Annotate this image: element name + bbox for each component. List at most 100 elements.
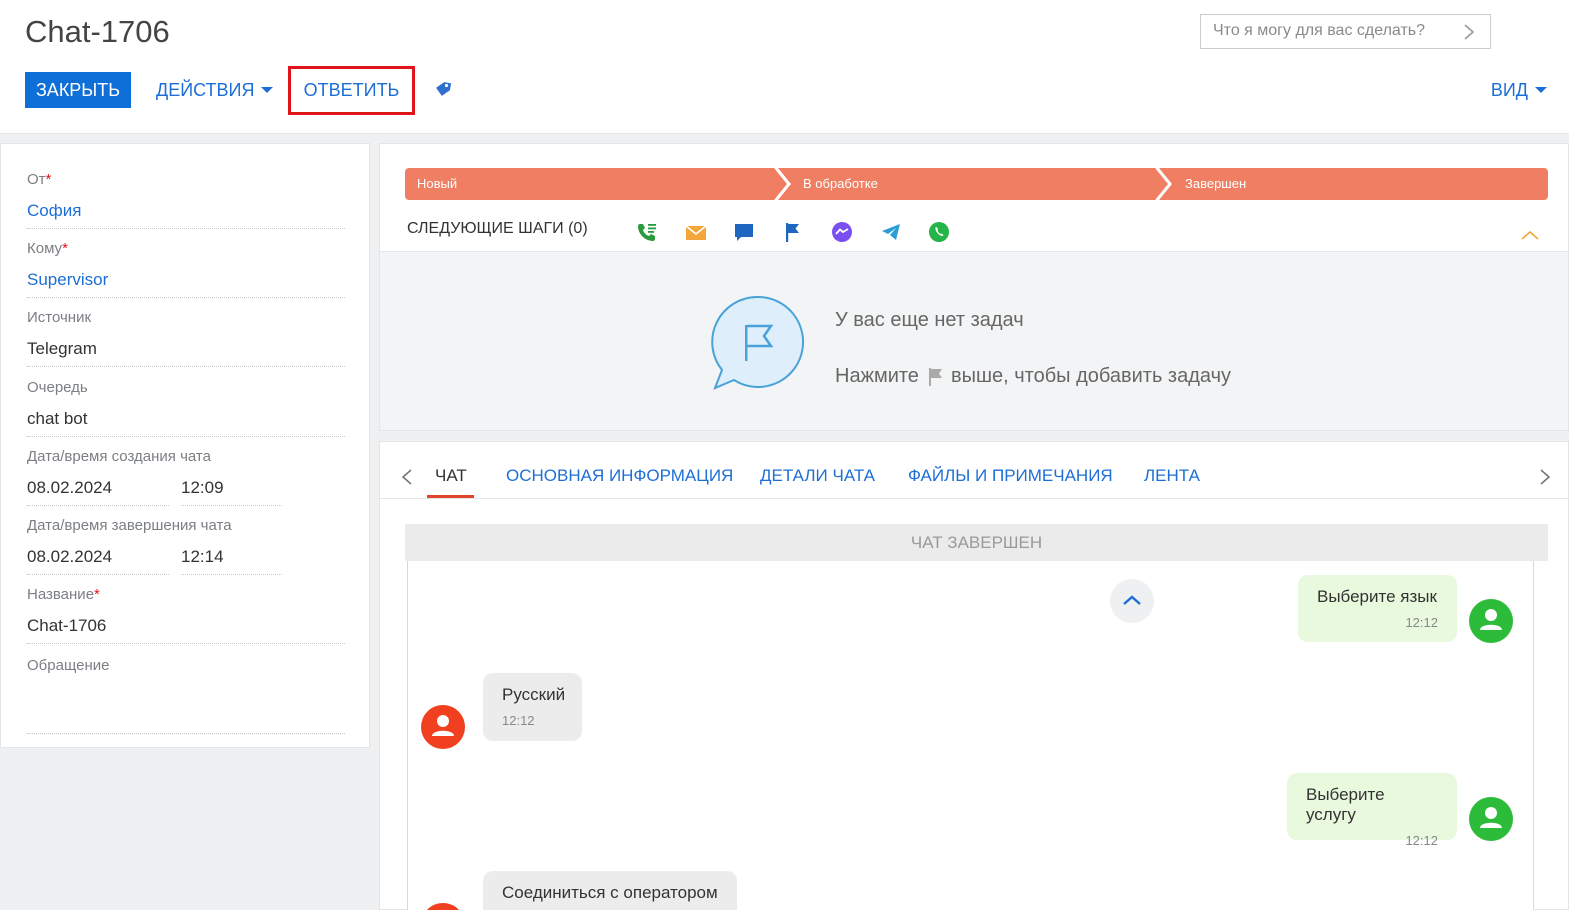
tab-files-notes[interactable]: ФАЙЛЫ И ПРИМЕЧАНИЯ [908, 466, 1113, 486]
stages-panel: Новый В обработке Завершен СЛЕДУЮЩИЕ ШАГ… [379, 143, 1569, 431]
empty-hint: Нажмите выше, чтобы добавить задачу [835, 365, 1231, 388]
message-time: 12:12 [1405, 615, 1438, 630]
stage-label: Завершен [1185, 176, 1247, 191]
field-source-value[interactable]: Telegram [27, 339, 345, 367]
message-incoming: Русский 12:12 [483, 673, 582, 741]
tabs-bar: ЧАТ ОСНОВНАЯ ИНФОРМАЦИЯ ДЕТАЛИ ЧАТА ФАЙЛ… [380, 442, 1569, 499]
stage-label: В обработке [803, 176, 878, 191]
user-icon [1480, 807, 1502, 828]
stage-bar: Новый В обработке Завершен [405, 167, 1548, 201]
chevron-up-icon [1123, 595, 1141, 605]
chat-status-banner: ЧАТ ЗАВЕРШЕН [405, 524, 1548, 561]
active-tab-indicator [427, 495, 474, 498]
message-incoming: Соединиться с оператором [483, 871, 737, 910]
view-label: ВИД [1490, 79, 1528, 100]
tab-main-info[interactable]: ОСНОВНАЯ ИНФОРМАЦИЯ [506, 466, 733, 486]
field-queue-label: Очередь [27, 379, 88, 396]
message-text: Выберите язык [1317, 587, 1437, 606]
empty-hint-before: Нажмите [835, 365, 919, 387]
field-created-date[interactable]: 08.02.2024 [27, 478, 169, 506]
message-text: Выберите услугу [1306, 785, 1385, 824]
field-created-time[interactable]: 12:09 [181, 478, 282, 506]
field-source-label: Источник [27, 309, 92, 326]
tab-feed[interactable]: ЛЕНТА [1144, 466, 1200, 486]
avatar [1469, 599, 1513, 643]
field-queue: Очередь chat bot [27, 379, 345, 437]
chevron-up-icon[interactable] [1520, 229, 1540, 241]
stage-bar-graphic [405, 167, 1548, 201]
field-finished-time[interactable]: 12:14 [181, 547, 282, 575]
empty-hint-after: выше, чтобы добавить задачу [950, 365, 1231, 387]
chevron-right-icon[interactable] [1538, 467, 1552, 487]
required-marker: * [94, 586, 100, 603]
field-finished-date[interactable]: 08.02.2024 [27, 547, 169, 575]
field-request-value[interactable] [27, 687, 345, 734]
field-from-value[interactable]: София [27, 201, 345, 229]
message-time: 12:12 [1405, 833, 1438, 848]
avatar [1469, 797, 1513, 841]
caret-down-icon [1535, 87, 1547, 93]
actions-dropdown[interactable]: ДЕЙСТВИЯ [156, 78, 274, 102]
chat-fields-panel: От* София Кому* Supervisor Источник Tele… [0, 143, 370, 748]
message-text: Русский [502, 685, 566, 704]
field-request-label: Обращение [27, 657, 110, 674]
required-marker: * [62, 240, 68, 257]
field-name: Название* Chat-1706 [27, 586, 345, 644]
tasks-empty-state: У вас еще нет задач Нажмите выше, чтобы … [380, 252, 1568, 430]
field-created-label: Дата/время создания чата [27, 448, 211, 465]
tab-chat-details[interactable]: ДЕТАЛИ ЧАТА [760, 466, 875, 486]
field-request: Обращение [27, 657, 345, 734]
field-queue-value[interactable]: chat bot [27, 409, 345, 437]
message-outgoing: Выберите язык 12:12 [1298, 575, 1457, 642]
chevron-right-icon[interactable] [1462, 22, 1476, 42]
user-icon [421, 903, 465, 910]
stage-new[interactable] [405, 168, 788, 200]
stage-label: Новый [417, 176, 458, 191]
required-marker: * [45, 171, 52, 188]
field-source: Источник Telegram [27, 309, 345, 367]
empty-title: У вас еще нет задач [835, 309, 1024, 331]
field-from: От* София [27, 171, 345, 229]
speech-bubble-flag-icon [711, 295, 805, 390]
actions-label: ДЕЙСТВИЯ [156, 79, 255, 100]
avatar [421, 705, 465, 749]
chat-history[interactable]: Выберите язык 12:12 Русский 12:12 Выбери… [407, 561, 1534, 910]
page-header: Chat-1706 ЗАКРЫТЬ ДЕЙСТВИЯ ОТВЕТИТЬ ВИД [0, 0, 1569, 134]
field-from-label: От [27, 171, 46, 188]
avatar [421, 903, 465, 910]
chat-icon[interactable] [733, 221, 755, 243]
close-button[interactable]: ЗАКРЫТЬ [25, 72, 131, 108]
user-icon [432, 715, 454, 736]
message-text: Соединиться с оператором [502, 883, 718, 902]
command-search-input[interactable] [1213, 22, 1453, 40]
command-search[interactable] [1200, 14, 1491, 49]
field-finished: Дата/время завершения чата 08.02.2024 12… [27, 517, 345, 575]
chevron-left-icon[interactable] [400, 467, 414, 487]
whatsapp-icon[interactable] [928, 221, 950, 243]
user-icon [1480, 609, 1502, 630]
message-time: 12:12 [502, 713, 535, 728]
messenger-icon[interactable] [831, 221, 853, 243]
page-title: Chat-1706 [25, 14, 170, 49]
field-finished-label: Дата/время завершения чата [27, 517, 232, 534]
field-to-value[interactable]: Supervisor [27, 270, 345, 298]
flag-icon [928, 367, 942, 386]
call-icon[interactable] [636, 221, 658, 243]
flag-icon[interactable] [782, 221, 804, 243]
field-to-label: Кому [27, 240, 63, 257]
field-to: Кому* Supervisor [27, 240, 345, 298]
telegram-icon[interactable] [880, 221, 902, 243]
details-panel: ЧАТ ОСНОВНАЯ ИНФОРМАЦИЯ ДЕТАЛИ ЧАТА ФАЙЛ… [379, 441, 1569, 910]
field-name-label: Название [27, 586, 95, 603]
tag-icon[interactable] [433, 79, 453, 99]
view-dropdown[interactable]: ВИД [1491, 78, 1547, 102]
reply-button[interactable]: ОТВЕТИТЬ [288, 66, 415, 115]
field-created: Дата/время создания чата 08.02.2024 12:0… [27, 448, 345, 506]
caret-down-icon [261, 87, 274, 93]
scroll-top-button[interactable] [1110, 579, 1154, 623]
message-outgoing: Выберите услугу 12:12 [1287, 773, 1457, 848]
tab-chat[interactable]: ЧАТ [435, 466, 467, 486]
next-steps-label[interactable]: СЛЕДУЮЩИЕ ШАГИ (0) [407, 220, 588, 238]
email-icon[interactable] [685, 221, 707, 243]
field-name-value[interactable]: Chat-1706 [27, 616, 345, 644]
